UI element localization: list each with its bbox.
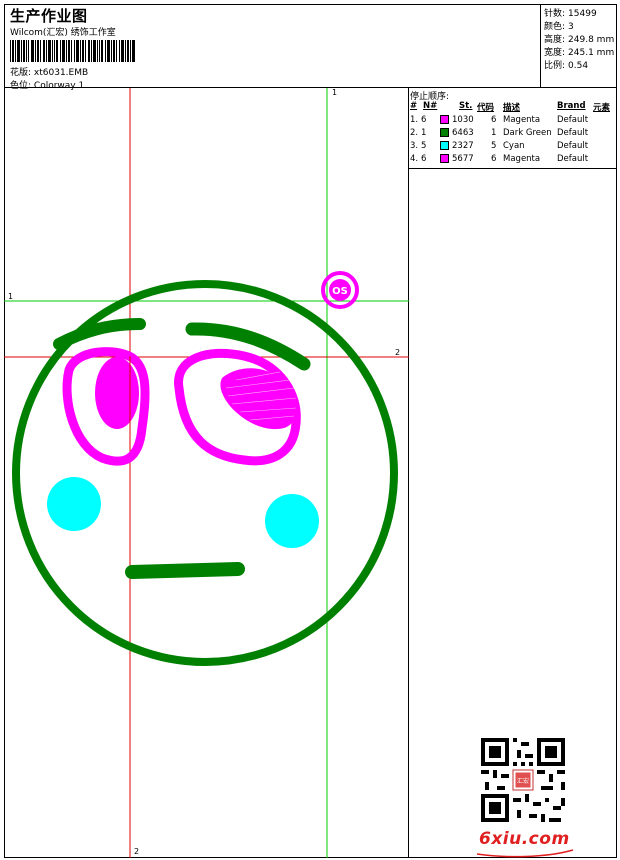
row-needle: 1 <box>421 128 427 138</box>
studio-subtitle: Wilcom(汇宏) 绣饰工作室 <box>10 28 116 38</box>
stat-scale-value: 0.54 <box>568 61 589 71</box>
stat-colors-label: 颜色: <box>544 22 566 32</box>
row-brand: Default <box>557 154 589 164</box>
stat-scale: 比例: 0.54 <box>544 58 588 71</box>
stat-stitches-label: 针数: <box>544 9 566 19</box>
os-badge-text: OS <box>332 286 348 297</box>
row-stitches: 5677 <box>452 154 474 164</box>
header: 生产作业图 Wilcom(汇宏) 绣饰工作室 花版: xt6031.EMB 色位… <box>4 4 617 91</box>
row-needle: 6 <box>421 115 427 125</box>
row-index: 2. <box>410 128 419 138</box>
table-divider <box>409 168 617 169</box>
guide-label-left: 1 <box>8 292 14 301</box>
table-row[interactable]: 1. 6 1030 6 Magenta Default <box>409 115 617 128</box>
qr-stamp-text: 汇宏 <box>517 777 529 785</box>
design-value: xt6031.EMB <box>33 68 89 78</box>
row-brand: Default <box>557 128 589 138</box>
left-cheek <box>47 477 101 531</box>
col-index: # <box>410 101 418 111</box>
row-description: Magenta <box>503 115 541 125</box>
row-stitches: 1030 <box>452 115 474 125</box>
row-description: Dark Green <box>503 128 552 138</box>
left-eyebrow <box>53 318 146 350</box>
col-stitches: St. <box>459 101 473 111</box>
col-brand: Brand <box>557 101 586 111</box>
row-needle: 6 <box>421 154 427 164</box>
left-eye-pupil <box>95 357 139 429</box>
page-title: 生产作业图 <box>10 7 88 25</box>
watermark: 6xiu.com <box>479 829 570 849</box>
row-code: 1 <box>491 128 497 138</box>
guide-label-right: 2 <box>395 348 401 357</box>
row-code: 6 <box>491 154 497 164</box>
design-stats: 针数: 15499 颜色: 3 高度: 249.8 mm 宽度: 245.1 mm 比例… <box>540 4 617 87</box>
table-row[interactable]: 4. 6 5677 6 Magenta Default <box>409 154 617 167</box>
watermark-swoosh <box>476 849 574 858</box>
row-index: 4. <box>410 154 419 164</box>
mouth <box>125 562 245 579</box>
col-element: 元素 <box>593 103 611 113</box>
col-description: 描述 <box>503 103 521 113</box>
guide-label-top: 1 <box>332 88 338 97</box>
row-index: 1. <box>410 115 419 125</box>
col-code: 代码 <box>477 103 495 113</box>
row-stitches: 2327 <box>452 141 474 151</box>
row-index: 3. <box>410 141 419 151</box>
barcode <box>10 40 135 62</box>
stat-colors: 颜色: 3 <box>544 19 574 32</box>
stop-sequence-panel: 停止顺序: # N# St. 代码 描述 Brand 元素 1. 6 1030 … <box>409 88 617 858</box>
stat-stitches-value: 15499 <box>568 9 597 19</box>
stat-stitches: 针数: 15499 <box>544 6 597 19</box>
row-code: 5 <box>491 141 497 151</box>
stat-width-label: 宽度: <box>544 48 566 58</box>
color-swatch <box>440 115 449 124</box>
stat-height-value: 249.8 mm <box>568 35 615 45</box>
row-needle: 5 <box>421 141 427 151</box>
design-file-line: 花版: xt6031.EMB <box>10 65 88 78</box>
qr-code[interactable]: 汇宏 <box>481 738 565 822</box>
color-swatch <box>440 128 449 137</box>
design-canvas[interactable]: OS 1 2 1 2 <box>4 88 409 858</box>
table-row[interactable]: 2. 1 6463 1 Dark Green Default <box>409 128 617 141</box>
color-swatch <box>440 154 449 163</box>
row-brand: Default <box>557 115 589 125</box>
table-row[interactable]: 3. 5 2327 5 Cyan Default <box>409 141 617 154</box>
stat-scale-label: 比例: <box>544 61 566 71</box>
guide-label-bottom: 2 <box>134 847 140 856</box>
col-needle: N# <box>423 101 438 111</box>
row-brand: Default <box>557 141 589 151</box>
stop-table-header: # N# St. 代码 描述 Brand 元素 <box>409 101 617 113</box>
row-code: 6 <box>491 115 497 125</box>
right-cheek <box>265 494 319 548</box>
stat-height-label: 高度: <box>544 35 566 45</box>
stat-colors-value: 3 <box>568 22 574 32</box>
row-description: Cyan <box>503 141 525 151</box>
design-label: 花版: <box>10 68 32 78</box>
stat-width-value: 245.1 mm <box>568 48 615 58</box>
embroidery-design: OS <box>4 88 409 858</box>
color-swatch <box>440 141 449 150</box>
stat-width: 宽度: 245.1 mm <box>544 45 614 58</box>
row-description: Magenta <box>503 154 541 164</box>
row-stitches: 6463 <box>452 128 474 138</box>
stat-height: 高度: 249.8 mm <box>544 32 614 45</box>
